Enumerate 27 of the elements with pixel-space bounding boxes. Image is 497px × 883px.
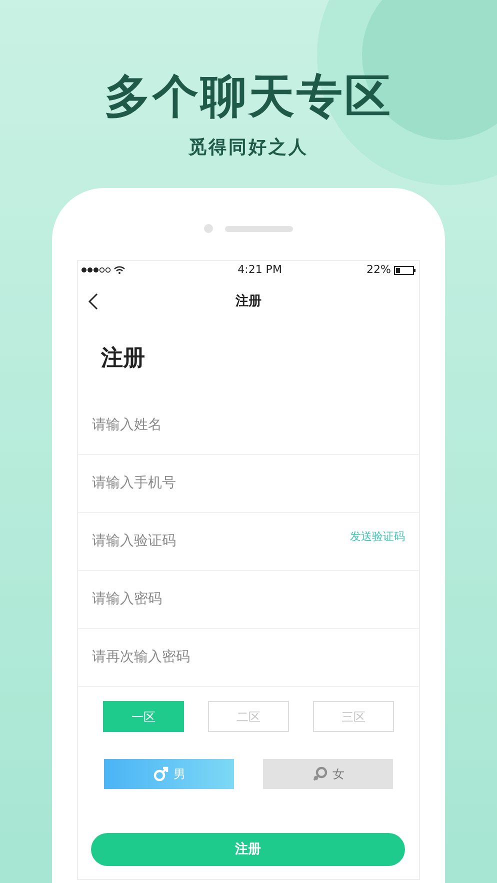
female-icon (312, 766, 328, 782)
battery-percent: 22% (366, 262, 391, 278)
male-icon (152, 766, 168, 782)
back-button[interactable] (88, 293, 98, 310)
text-field[interactable]: 请输入密码 (92, 589, 405, 610)
send-code-link[interactable]: 发送验证码 (350, 529, 405, 546)
zone-option[interactable]: 二区 (208, 701, 289, 732)
headline: 多个聊天专区 (104, 68, 392, 125)
battery-icon (394, 266, 416, 274)
text-field[interactable]: 请输入姓名 (92, 415, 405, 436)
camera-icon (204, 224, 213, 233)
back-icon (88, 293, 98, 310)
nav-title: 注册 (236, 292, 262, 312)
speaker-icon (225, 226, 293, 232)
wifi-icon (114, 266, 125, 274)
register-button[interactable]: 注册 (91, 833, 405, 866)
text-field[interactable]: 请输入验证码 (92, 531, 350, 552)
gender-option[interactable]: 男 (104, 759, 234, 789)
zone-option[interactable]: 三区 (313, 701, 394, 732)
text-field[interactable]: 请输入手机号 (92, 473, 405, 494)
status-time: 4:21 PM (238, 262, 282, 278)
gender-option[interactable]: 女 (263, 759, 393, 789)
text-field[interactable]: 请再次输入密码 (92, 647, 405, 668)
signal-icon (81, 267, 111, 273)
subtitle: 觅得同好之人 (188, 136, 308, 160)
page-title: 注册 (101, 345, 146, 373)
zone-option[interactable]: 一区 (103, 701, 184, 732)
